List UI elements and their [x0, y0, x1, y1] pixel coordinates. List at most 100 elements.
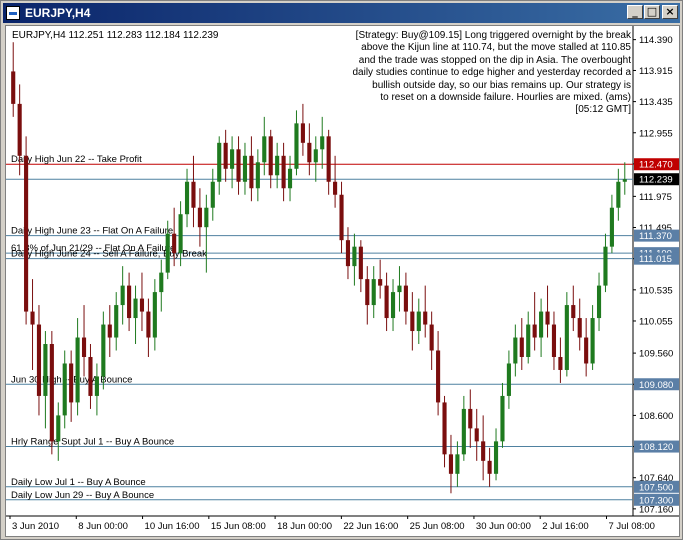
bull-candle	[596, 285, 602, 319]
symbol-header: EURJPY,H4 112.251 112.283 112.184 112.23…	[12, 30, 219, 41]
level-price-tag-label: 111.370	[639, 231, 672, 242]
bull-candle	[217, 142, 222, 182]
time-tick-label: 22 Jun 16:00	[343, 521, 398, 532]
bear-candle	[423, 311, 428, 325]
time-tick-label: 15 Jun 08:00	[211, 521, 266, 532]
bull-candle	[152, 292, 157, 338]
bear-candle	[172, 233, 177, 254]
bear-candle	[571, 305, 576, 319]
level-price-tag-label: 107.500	[639, 482, 673, 493]
bull-candle	[204, 207, 209, 228]
level-price-tag-label: 112.470	[639, 160, 673, 171]
bull-candle	[75, 337, 80, 403]
bear-candle	[30, 311, 35, 325]
bear-candle	[448, 454, 454, 474]
bull-candle	[210, 181, 215, 208]
bull-candle	[506, 363, 511, 396]
bull-candle	[622, 179, 627, 182]
bull-candle	[133, 298, 138, 319]
bull-candle	[242, 155, 248, 182]
price-tick-label: 113.915	[639, 66, 673, 77]
bull-candle	[455, 454, 460, 474]
price-tick-label: 110.055	[639, 316, 673, 327]
price-tick-label: 113.435	[639, 97, 673, 108]
bear-candle	[436, 350, 441, 403]
level-price-tag-label: 111.015	[639, 254, 672, 265]
bear-candle	[127, 285, 132, 319]
bear-candle	[358, 246, 363, 280]
bear-candle	[378, 279, 383, 286]
window-title: EURJPY,H4	[25, 6, 91, 20]
bear-candle	[519, 337, 524, 357]
chart-app-icon	[6, 6, 20, 20]
bear-candle	[268, 136, 273, 176]
bull-candle	[178, 214, 183, 254]
bear-candle	[300, 123, 305, 143]
time-tick-label: 8 Jun 00:00	[78, 521, 128, 532]
minimize-button[interactable]: _	[627, 5, 643, 19]
bull-candle	[275, 155, 280, 176]
title-bar[interactable]: EURJPY,H4 _ □ ×	[3, 3, 680, 23]
bull-candle	[500, 395, 505, 442]
price-tick-label: 111.975	[639, 192, 672, 203]
bull-candle	[94, 376, 99, 396]
bear-candle	[17, 103, 22, 156]
bull-candle	[230, 149, 235, 169]
bull-candle	[287, 168, 293, 189]
bull-candle	[294, 123, 299, 169]
bull-candle	[62, 363, 67, 416]
time-tick-label: 30 Jun 00:00	[476, 521, 531, 532]
bear-candle	[429, 324, 434, 351]
bull-candle	[313, 149, 318, 163]
bear-candle	[88, 356, 93, 396]
bear-candle	[487, 460, 492, 474]
time-tick-label: 18 Jun 00:00	[277, 521, 332, 532]
bull-candle	[371, 279, 376, 306]
time-tick-label: 7 Jul 08:00	[608, 521, 654, 532]
bear-candle	[36, 324, 42, 396]
bull-candle	[397, 285, 402, 293]
strategy-commentary: [Strategy: Buy@109.15] Long triggered ov…	[352, 30, 631, 116]
bull-candle	[120, 285, 125, 306]
maximize-button[interactable]: □	[644, 5, 660, 19]
level-price-tag-label: 108.120	[639, 442, 673, 453]
bear-candle	[107, 324, 112, 338]
bull-candle	[513, 337, 518, 364]
bear-candle	[24, 155, 29, 312]
bear-candle	[223, 142, 228, 169]
time-tick-label: 10 Jun 16:00	[145, 521, 200, 532]
level-label: Daily High June 24 -- Sell A Failure, Bu…	[11, 249, 207, 260]
bear-candle	[333, 181, 338, 195]
price-tick-label: 110.535	[639, 285, 673, 296]
bear-candle	[442, 402, 447, 455]
price-tick-label: 109.560	[639, 349, 673, 360]
bull-candle	[526, 324, 531, 357]
time-tick-label: 25 Jun 08:00	[410, 521, 465, 532]
bear-candle	[474, 428, 479, 442]
bull-candle	[101, 324, 106, 377]
bear-candle	[69, 363, 74, 403]
time-tick-label: 3 Jun 2010	[12, 521, 59, 532]
bear-candle	[281, 155, 286, 189]
price-tick-label: 114.390	[639, 35, 673, 46]
level-label: Daily High Jun 22 -- Take Profit	[11, 154, 142, 165]
bull-candle	[114, 305, 119, 338]
chart-area[interactable]: 114.390113.915113.435112.955112.475111.9…	[5, 25, 680, 537]
bear-candle	[236, 149, 241, 182]
bull-candle	[43, 344, 48, 396]
bear-candle	[384, 285, 389, 319]
bear-candle	[249, 155, 254, 189]
level-label: Hrly Range Supt Jul 1 -- Buy A Bounce	[11, 437, 174, 448]
bear-candle	[410, 311, 415, 332]
bear-candle	[532, 324, 537, 338]
bear-candle	[49, 344, 54, 442]
bull-candle	[616, 181, 621, 208]
time-tick-label: 2 Jul 16:00	[542, 521, 588, 532]
bull-candle	[590, 318, 595, 364]
bear-candle	[468, 408, 473, 429]
bull-candle	[416, 311, 421, 332]
bear-candle	[577, 318, 582, 338]
bull-candle	[461, 408, 466, 455]
close-button[interactable]: ×	[662, 5, 678, 19]
bull-candle	[609, 207, 614, 247]
